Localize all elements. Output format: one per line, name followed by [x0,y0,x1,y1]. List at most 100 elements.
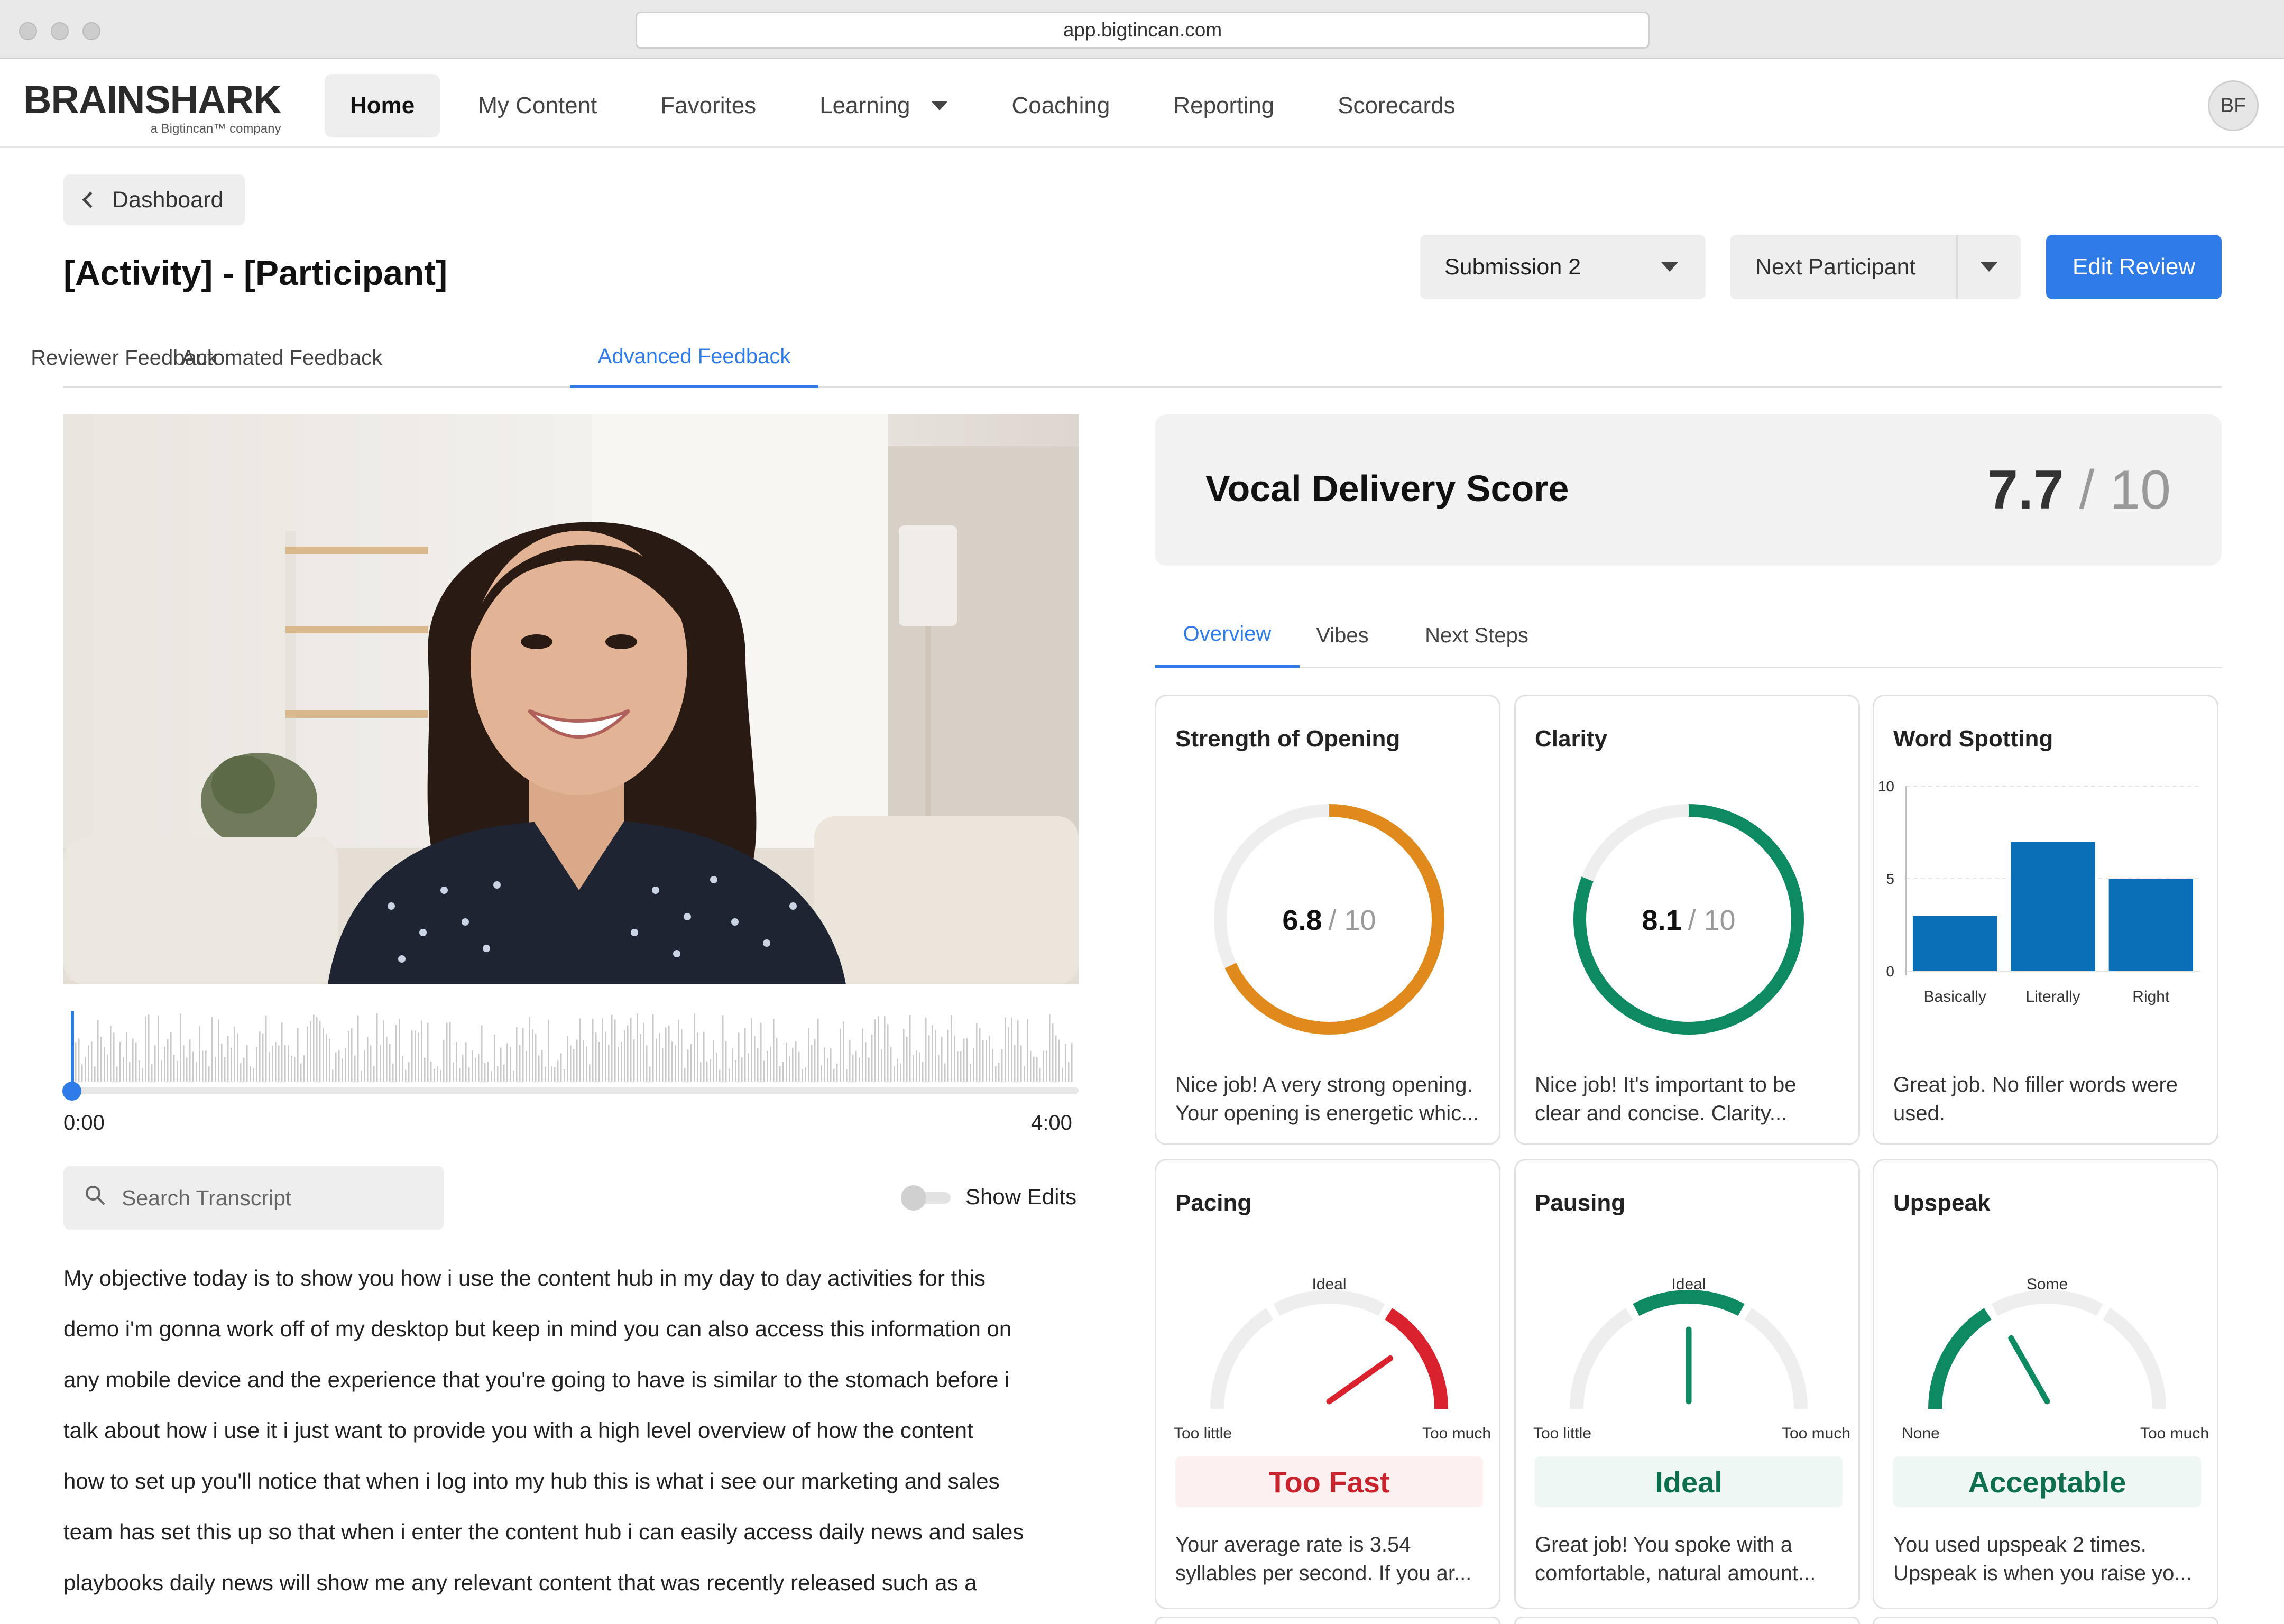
playhead[interactable] [71,1011,74,1089]
tab-reviewer-feedback[interactable]: Reviewer Feedback [31,328,218,388]
waveform-bar [503,1065,505,1082]
window-zoom-button[interactable] [82,22,100,40]
waveform-bar [405,1069,407,1082]
waveform-bar [541,1050,543,1082]
card-description: Great job! You spoke with a comfortable,… [1535,1530,1847,1588]
waveform-bar [725,1041,727,1082]
waveform-bar [294,1057,296,1082]
waveform-bar [218,1019,219,1082]
waveform-bar [288,1045,289,1082]
waveform-bar [935,1030,936,1082]
gauge-needle [1326,1355,1394,1405]
chevron-down-icon[interactable] [1981,262,1997,272]
waveform-bar [468,1067,470,1082]
tab-vibes[interactable]: Vibes [1313,603,1371,668]
video-player[interactable] [63,414,1079,984]
submission-select[interactable]: Submission 2 [1420,235,1706,299]
svg-text:8.1/ 10: 8.1/ 10 [1642,905,1735,936]
waveform-bar [938,1055,940,1082]
bar[interactable] [2108,879,2194,971]
nav-scorecards[interactable]: Scorecards [1312,74,1481,137]
waveform-bar [589,1064,591,1082]
waveform-bar [973,1048,974,1082]
card-description: Your average rate is 3.54 syllables per … [1175,1530,1487,1588]
waveform-bar [1052,1023,1054,1082]
waveform-bar [370,1045,372,1082]
desc-line: Nice job! It's important to be [1535,1073,1797,1096]
upspeak-card[interactable]: Upspeak Some None Too much Acceptable You … [1873,1159,2218,1609]
window-minimize-button[interactable] [51,22,69,40]
bar[interactable] [1912,916,1997,971]
clarity-card[interactable]: Clarity 8.1/ 10 Nice job! It's important… [1514,695,1860,1145]
tab-automated-feedback[interactable]: Automated Feedback [181,328,382,388]
waveform-bar [643,1022,644,1082]
transcript-line: any mobile device and the experience tha… [63,1367,1010,1392]
waveform-bar [526,1051,527,1082]
waveform-bar [234,1027,235,1082]
show-edits-toggle[interactable] [901,1184,954,1211]
waveform-bar [827,1058,828,1082]
waveform-bar [532,1029,533,1082]
waveform-bar [808,1028,809,1082]
pacing-card[interactable]: Pacing Ideal Too little Too much Too Fast … [1155,1159,1500,1609]
gauge-label-top: Some [2027,1276,2068,1293]
nav-learning[interactable]: Learning [794,74,973,137]
tab-label: Automated Feedback [181,346,383,370]
waveform-bar [678,1019,679,1082]
waveform-bar [326,1034,327,1082]
next-participant-button[interactable]: Next Participant [1730,235,2021,299]
nav-reporting[interactable]: Reporting [1148,74,1300,137]
window-close-button[interactable] [19,22,37,40]
waveform-bar [649,1066,651,1082]
waveform-bar [453,1062,454,1082]
seek-handle[interactable] [62,1082,81,1101]
audio-waveform[interactable] [69,1011,1079,1085]
waveform-bar [805,1067,806,1082]
waveform-bar [243,1058,245,1082]
waveform-bar [535,1034,537,1082]
bar[interactable] [2011,842,2095,971]
next-participant-label: Next Participant [1755,254,1916,280]
waveform-bar [989,1035,990,1082]
avatar[interactable]: BF [2208,80,2259,131]
waveform-bar [789,1056,790,1082]
waveform-bar [240,1063,242,1082]
waveform-bar [773,1019,775,1082]
word-spotting-card[interactable]: Word Spotting 0 5 10 Basically Literally Righ… [1873,695,2218,1145]
nav-coaching[interactable]: Coaching [986,74,1135,137]
waveform-bar [364,1050,365,1082]
desc-line: Your opening is energetic whic... [1175,1102,1479,1125]
search-transcript-input[interactable]: Search Transcript [63,1166,444,1230]
waveform-bar [903,1029,905,1082]
tab-overview[interactable]: Overview [1155,603,1300,668]
edit-review-button[interactable]: Edit Review [2046,235,2222,299]
tab-next-steps[interactable]: Next Steps [1421,603,1532,668]
waveform-bar [966,1038,968,1082]
desc-line: Upspeak is when you raise yo... [1893,1562,2192,1585]
search-placeholder: Search Transcript [122,1185,292,1210]
pausing-card[interactable]: Pausing Ideal Too little Too much Ideal Gr… [1514,1159,1860,1609]
waveform-bar [605,1031,606,1082]
waveform-bar [922,1062,924,1082]
waveform-bar [627,1025,629,1082]
nav-home[interactable]: Home [325,74,440,137]
waveform-bar [570,1045,572,1082]
waveform-bar [135,1042,137,1082]
tab-advanced-feedback[interactable]: Advanced Feedback [570,328,818,388]
waveform-bar [1036,1057,1038,1082]
ring-score: 6.8 [1282,905,1322,936]
waveform-bar [335,1052,337,1082]
waveform-bar [408,1062,410,1082]
nav-favorites[interactable]: Favorites [635,74,781,137]
waveform-bar [316,1017,318,1082]
waveform-bar [313,1014,315,1082]
waveform-bar [300,1063,302,1082]
brainshark-logo[interactable]: BRAINSHARK a Bigtincan™ company [23,80,281,136]
waveform-bar [164,1046,165,1082]
address-bar[interactable]: app.bigtincan.com [636,12,1650,49]
strength-of-opening-card[interactable]: Strength of Opening 6.8/ 10 Nice job! A … [1155,695,1500,1145]
seek-track[interactable] [69,1087,1079,1094]
back-to-dashboard-button[interactable]: Dashboard [63,174,245,225]
desc-line: Great job. No filler words were [1893,1073,2178,1096]
nav-my-content[interactable]: My Content [453,74,622,137]
